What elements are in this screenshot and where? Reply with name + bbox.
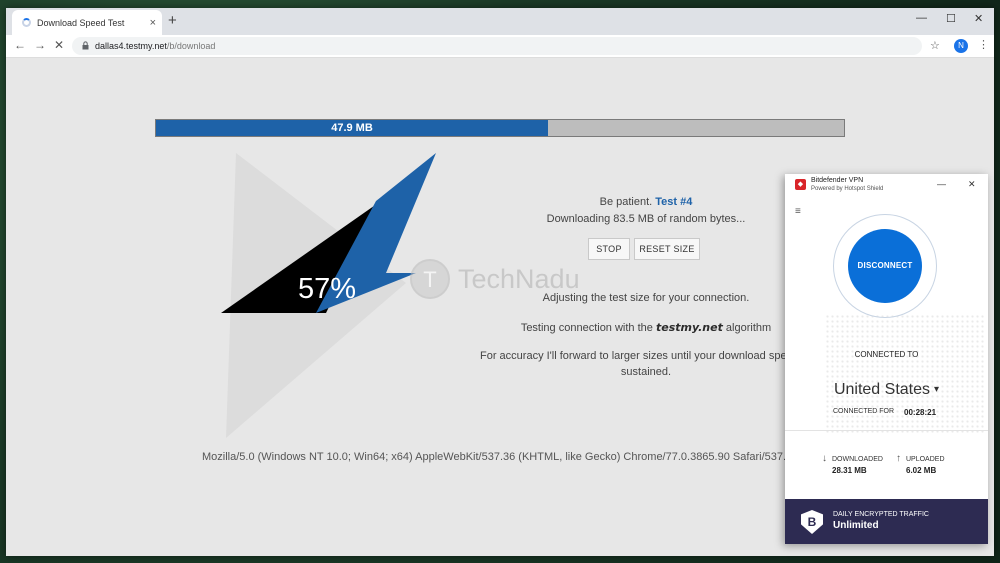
traffic-label: DAILY ENCRYPTED TRAFFIC — [833, 511, 929, 518]
url-path: /b/download — [166, 41, 216, 51]
back-button[interactable]: ← — [14, 38, 26, 52]
caret-down-icon: ▾ — [934, 384, 940, 396]
bitdefender-shield-icon: B — [801, 510, 823, 534]
address-bar[interactable]: dallas4.testmy.net/b/download — [72, 37, 922, 55]
progress-percent: 57% — [298, 273, 357, 305]
country-selector[interactable]: United States ▾ — [785, 381, 988, 399]
upload-arrow-icon: ↑ — [896, 453, 901, 464]
test-number: Test #4 — [655, 196, 693, 208]
tab-strip: Download Speed Test × + — ☐ ✕ — [6, 8, 994, 35]
vpn-subtitle: Powered by Hotspot Shield — [811, 186, 884, 192]
tab-close-icon[interactable]: × — [150, 17, 156, 29]
forward-button[interactable]: → — [34, 38, 46, 52]
vpn-close-button[interactable]: ✕ — [968, 179, 976, 190]
vpn-divider — [785, 430, 988, 431]
downloaded-value: 28.31 MB — [832, 466, 867, 475]
download-progress-bar: 47.9 MB — [155, 119, 845, 137]
close-window-button[interactable]: ✕ — [974, 12, 983, 25]
url-host: dallas4.testmy.net — [95, 41, 167, 51]
country-name: United States — [833, 381, 931, 398]
tab-download-speed-test[interactable]: Download Speed Test × — [12, 10, 162, 35]
progress-label: 47.9 MB — [331, 122, 373, 134]
vpn-traffic-footer: B DAILY ENCRYPTED TRAFFIC Unlimited — [785, 499, 988, 544]
stop-loading-button[interactable]: ✕ — [54, 38, 64, 52]
reset-size-button[interactable]: RESET SIZE — [634, 238, 700, 260]
bookmark-star-icon[interactable]: ☆ — [930, 39, 940, 52]
watermark-text: TechNadu — [458, 263, 580, 294]
bitdefender-logo-icon: ◆ — [795, 179, 806, 190]
loading-spinner-icon — [22, 18, 31, 27]
hamburger-menu-icon[interactable]: ≡ — [795, 206, 801, 217]
downloaded-label: DOWNLOADED — [832, 456, 883, 463]
testing-suffix: algorithm — [725, 322, 772, 334]
profile-avatar[interactable]: N — [954, 39, 968, 53]
connected-to-label: CONNECTED TO — [854, 350, 919, 359]
vpn-title: Bitdefender VPN — [811, 177, 864, 184]
patience-text: Be patient. — [599, 196, 653, 208]
browser-menu-icon[interactable]: ⋮ — [978, 38, 989, 51]
minimize-button[interactable]: — — [916, 12, 927, 24]
lock-icon — [82, 40, 89, 52]
download-arrow-icon: ↓ — [822, 453, 827, 464]
testmy-brand: testmy.net — [655, 321, 723, 334]
maximize-button[interactable]: ☐ — [946, 12, 956, 25]
vpn-window: ◆ Bitdefender VPN Powered by Hotspot Shi… — [785, 174, 988, 544]
browser-toolbar: ← → ✕ dallas4.testmy.net/b/download ☆ N … — [6, 35, 994, 58]
tab-title: Download Speed Test — [37, 17, 125, 28]
new-tab-button[interactable]: + — [168, 12, 177, 29]
stop-button[interactable]: STOP — [588, 238, 630, 260]
traffic-value: Unlimited — [833, 520, 879, 531]
vpn-minimize-button[interactable]: — — [937, 179, 946, 189]
vpn-titlebar: ◆ Bitdefender VPN Powered by Hotspot Shi… — [785, 174, 988, 196]
connected-for-label: CONNECTED FOR — [833, 408, 895, 415]
user-agent-string: Mozilla/5.0 (Windows NT 10.0; Win64; x64… — [202, 451, 786, 463]
testing-prefix: Testing connection with the — [520, 322, 653, 334]
disconnect-button[interactable]: DISCONNECT — [848, 229, 922, 303]
uploaded-label: UPLOADED — [906, 456, 945, 463]
connection-duration: 00:28:21 — [904, 408, 937, 417]
uploaded-value: 6.02 MB — [906, 466, 937, 475]
